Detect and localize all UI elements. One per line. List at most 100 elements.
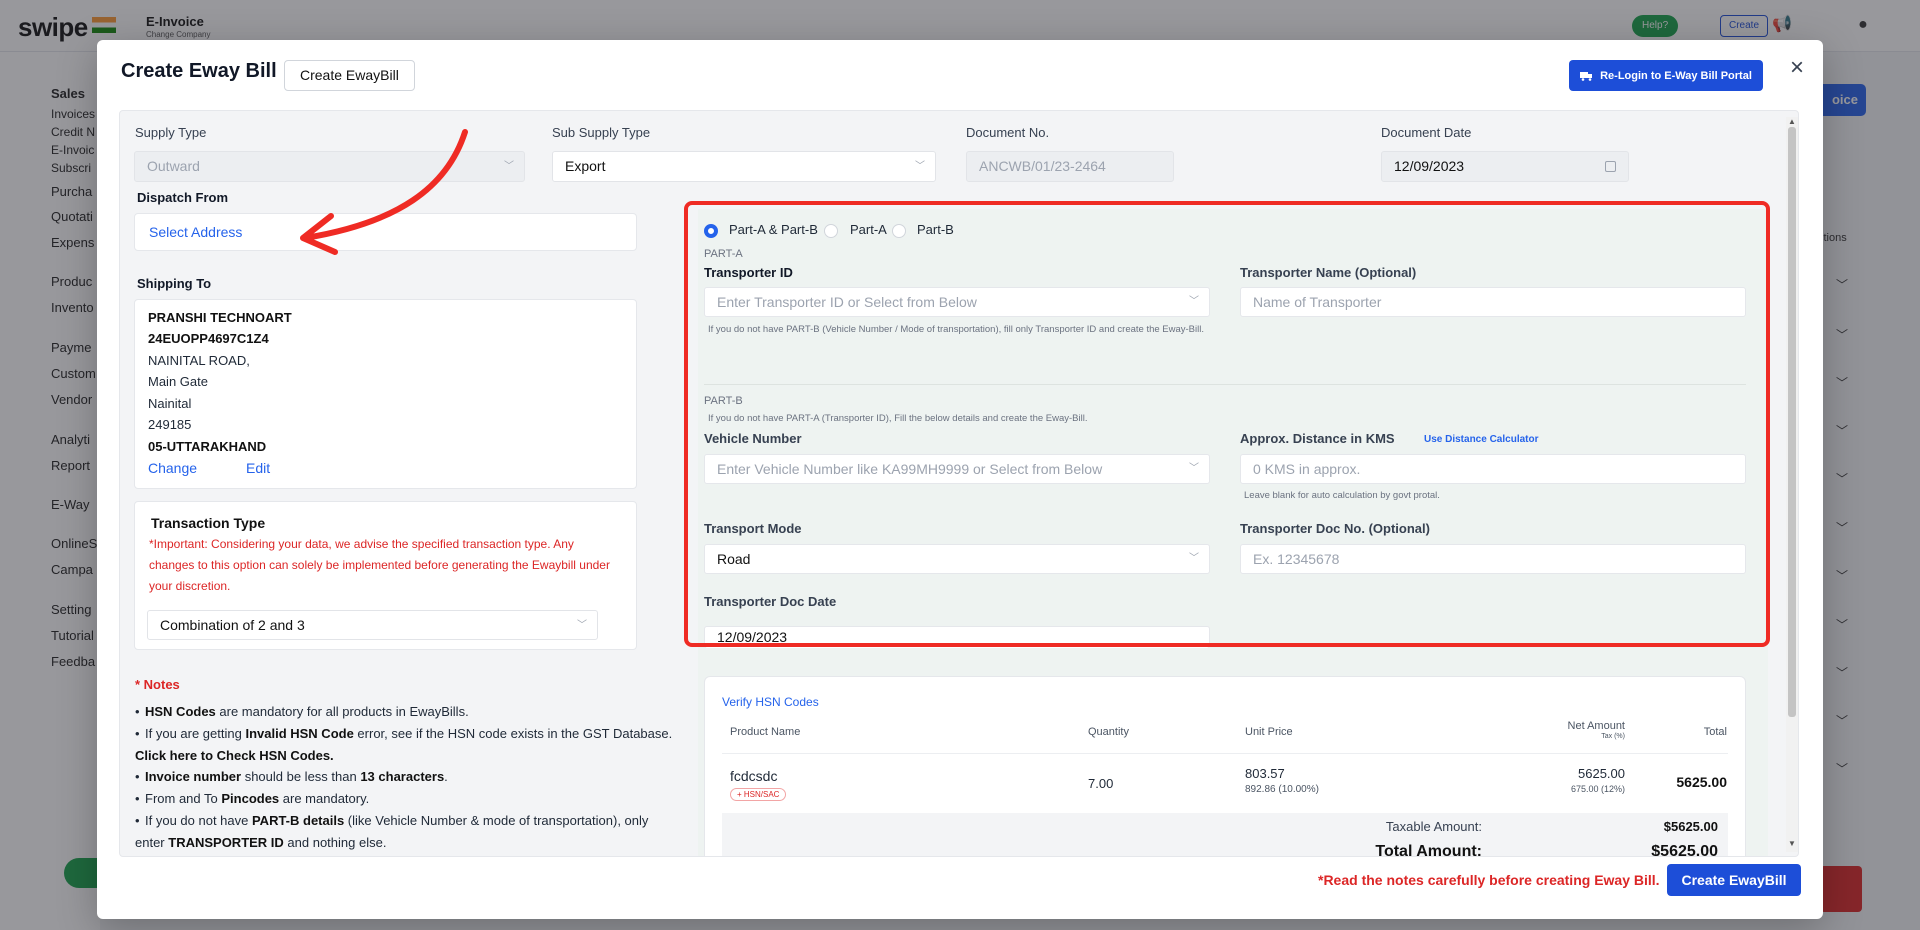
close-icon[interactable]: × [1785,56,1809,80]
table-header-divider [722,753,1728,754]
transporter-name-input[interactable]: Name of Transporter [1240,287,1746,317]
vehicle-number-label: Vehicle Number [704,431,802,446]
document-date-value: 12/09/2023 [1394,158,1465,174]
modal-title: Create Eway Bill [121,60,277,82]
note-item: • If you are getting Invalid HSN Code err… [135,723,675,766]
th-unit-price: Unit Price [1245,726,1293,738]
note-text: From and To [145,791,222,806]
transport-mode-select[interactable]: Road ﹀ [704,544,1210,574]
shipping-state: 05-UTTARAKHAND [148,439,267,454]
transporter-id-placeholder: Enter Transporter ID or Select from Belo… [717,294,977,310]
radio-label: Part-A & Part-B [729,222,818,237]
note-item: • From and To Pincodes are mandatory. [135,788,675,810]
hsn-card: Verify HSN Codes Product Name Quantity U… [704,676,1746,857]
note-emphasis: Click here to Check HSN Codes. [135,747,334,763]
distance-input[interactable]: 0 KMS in approx. [1240,454,1746,484]
note-emphasis: HSN Codes [145,704,216,719]
transporter-doc-date-label: Transporter Doc Date [704,594,837,609]
chevron-down-icon: ﹀ [1189,463,1199,474]
transporter-doc-no-input[interactable]: Ex. 12345678 [1240,544,1746,574]
chevron-down-icon: ﹀ [1189,553,1199,564]
select-address-link[interactable]: Select Address [149,224,242,240]
transporter-doc-date-input[interactable]: 12/09/2023 [704,626,1210,648]
shipping-city: Nainital [148,396,192,411]
section-divider [704,384,1746,385]
vehicle-number-select[interactable]: Enter Vehicle Number like KA99MH9999 or … [704,454,1210,484]
bullet-icon: • [135,726,140,741]
document-no-value: ANCWB/01/23-2464 [979,158,1106,174]
create-ewaybill-footer-button[interactable]: Create EwayBill [1667,864,1801,896]
note-text: error, see if the HSN code exists in the… [353,726,673,741]
part-b-help: If you do not have PART-A (Transporter I… [708,413,1088,424]
note-text: should be less than [241,769,361,784]
radio-part-a-and-b[interactable] [704,224,718,238]
total-amount-label: Total Amount: [1375,843,1482,857]
note-emphasis: TRANSPORTER ID [168,834,284,850]
th-net-amount: Net Amount [1567,720,1625,732]
net-amount-cell: 5625.00 [1578,766,1625,781]
sub-supply-type-value: Export [565,158,606,174]
radio-part-a[interactable] [824,224,838,238]
document-no-field: ANCWB/01/23-2464 [966,151,1174,182]
th-tax: Tax (%) [1601,733,1625,740]
supply-type-value: Outward [147,158,200,174]
transaction-type-card: Transaction Type *Important: Considering… [134,501,637,650]
scrollbar-thumb[interactable] [1788,127,1796,717]
chevron-down-icon: ﹀ [504,161,514,172]
transporter-id-label: Transporter ID [704,265,793,280]
th-total: Total [1703,726,1727,738]
relogin-eway-portal-button[interactable]: Re-Login to E-Way Bill Portal [1569,60,1763,91]
transporter-doc-date-value: 12/09/2023 [717,629,788,645]
transaction-type-select[interactable]: Combination of 2 and 3 ﹀ [147,610,598,640]
shipping-to-label: Shipping To [137,276,212,291]
distance-label: Approx. Distance in KMS [1240,431,1395,446]
transaction-type-label: Transaction Type [151,515,266,531]
note-item: • HSN Codes are mandatory for all product… [135,701,675,723]
edit-address-link[interactable]: Edit [246,460,270,476]
note-item: • If you do not have PART-B details (like… [135,810,675,853]
radio-label: Part-B [917,222,954,237]
distance-calculator-link[interactable]: Use Distance Calculator [1424,434,1539,445]
unit-price-sub: 892.86 (10.00%) [1245,784,1319,795]
scroll-up-icon[interactable]: ▲ [1786,117,1798,126]
transporter-doc-no-placeholder: Ex. 12345678 [1253,551,1340,567]
document-date-label: Document Date [1381,125,1472,140]
chevron-down-icon: ﹀ [1189,296,1199,307]
note-emphasis: PART-B details [251,813,345,828]
transaction-type-warning: *Important: Considering your data, we ad… [149,537,610,593]
distance-placeholder: 0 KMS in approx. [1253,461,1361,477]
dispatch-from-label: Dispatch From [137,190,229,205]
create-eway-bill-modal: Create Eway Bill Create EwayBill Re-Logi… [97,40,1823,919]
transporter-id-select[interactable]: Enter Transporter ID or Select from Belo… [704,287,1210,317]
th-quantity: Quantity [1088,726,1129,738]
shipping-pincode: 249185 [148,417,192,432]
truck-icon [1580,71,1593,81]
verify-hsn-link[interactable]: Verify HSN Codes [722,695,819,709]
distance-help: Leave blank for auto calculation by govt… [1244,490,1440,501]
radio-part-b[interactable] [892,224,906,238]
annotation-arrow-icon [300,129,468,255]
notes-title: * Notes [135,677,180,692]
sub-supply-type-select[interactable]: Export ﹀ [552,151,936,182]
chevron-down-icon: ﹀ [577,620,587,631]
modal-scrollbar[interactable]: ▲ ▼ [1786,117,1798,852]
th-product-name: Product Name [730,726,801,738]
scroll-down-icon[interactable]: ▼ [1786,839,1798,848]
sub-supply-type-label: Sub Supply Type [552,125,651,140]
transaction-type-value: Combination of 2 and 3 [160,617,305,633]
transporter-id-help: If you do not have PART-B (Vehicle Numbe… [708,324,1204,335]
change-address-link[interactable]: Change [148,460,197,476]
transporter-name-label: Transporter Name (Optional) [1240,265,1417,280]
transport-mode-label: Transport Mode [704,521,802,536]
product-name-cell: fcdcsdc [730,768,778,784]
note-emphasis: Invoice number [145,769,242,784]
add-hsn-tag[interactable]: + HSN/SAC [730,788,787,801]
create-ewaybill-header-button[interactable]: Create EwayBill [284,60,415,91]
note-text: are mandatory. [279,791,370,806]
vehicle-number-placeholder: Enter Vehicle Number like KA99MH9999 or … [717,461,1103,477]
taxable-amount-label: Taxable Amount: [1385,819,1482,834]
total-amount-value: $5625.00 [1651,843,1718,857]
bullet-icon: • [135,769,140,784]
footer-warning: *Read the notes carefully before creatin… [1318,872,1660,888]
quantity-cell: 7.00 [1088,776,1114,791]
